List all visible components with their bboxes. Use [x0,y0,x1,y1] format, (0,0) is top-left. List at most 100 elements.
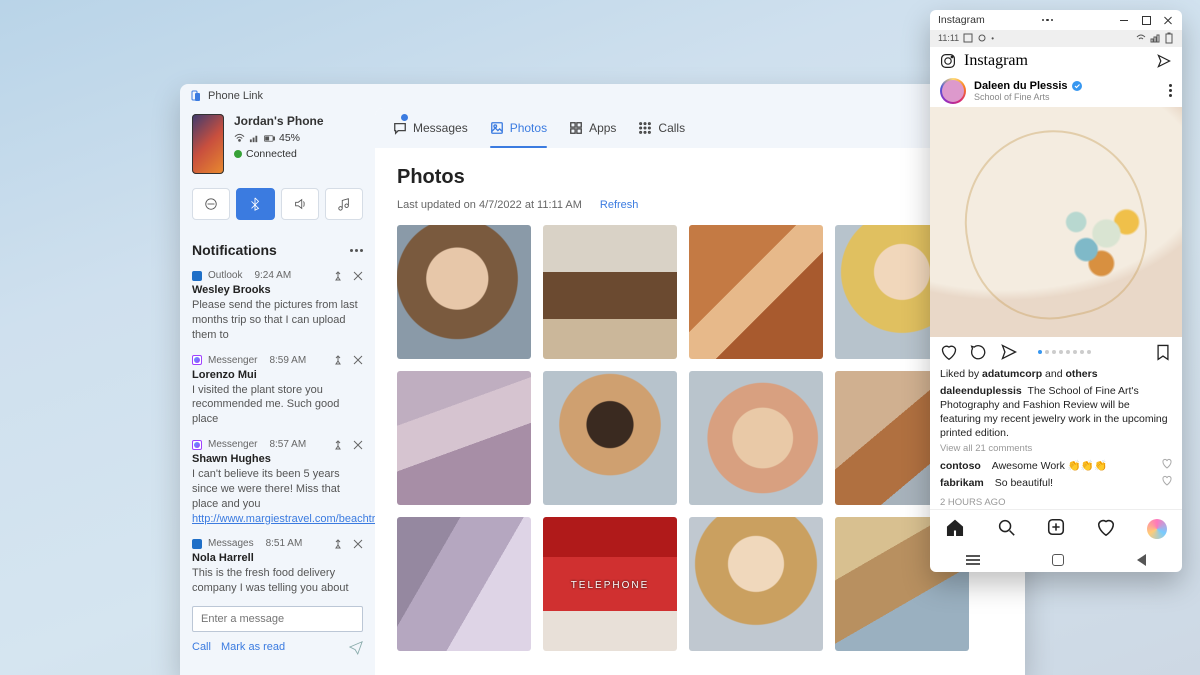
notif-app: Messages [208,538,254,549]
home-button[interactable] [1052,554,1064,566]
nav-profile[interactable] [1147,519,1167,539]
volume-button[interactable] [281,188,319,220]
notif-body: This is the fresh food delivery company … [192,566,363,596]
notif-body: I visited the plant store you recommende… [192,383,363,428]
picture-icon [963,33,973,43]
photo-thumbnail[interactable] [689,371,823,505]
minimize-button[interactable] [1118,14,1130,26]
photo-thumbnail[interactable]: TELEPHONE [543,517,677,651]
window-menu-button[interactable] [1042,19,1054,22]
send-icon[interactable] [349,640,363,654]
wifi-icon [1136,33,1146,43]
instagram-nav [930,509,1182,548]
like-icon[interactable] [940,343,958,361]
photo-thumbnail[interactable] [397,225,531,359]
nav-likes[interactable] [1096,517,1116,542]
user-avatar[interactable] [940,78,966,104]
notif-from: Wesley Brooks [192,284,363,296]
comment: contoso Awesome Work 👏👏👏 [940,459,1172,473]
phone-link-main: Messages Photos Apps Calls Photos [375,108,1025,675]
share-icon[interactable] [1000,343,1018,361]
notifications-heading: Notifications [192,242,277,258]
notification-item[interactable]: Messages 8:51 AM Nola Harrell This is th… [192,538,363,596]
close-icon[interactable] [353,271,363,281]
photo-thumbnail[interactable] [543,225,677,359]
pin-icon[interactable] [333,355,343,365]
pin-icon[interactable] [333,539,343,549]
user-name[interactable]: Daleen du Plessis [974,80,1068,92]
notif-time: 8:57 AM [269,439,306,450]
view-comments-link[interactable]: View all 21 comments [940,443,1172,456]
camera-icon[interactable] [940,53,956,69]
tab-photos[interactable]: Photos [490,108,547,148]
messenger-icon [192,440,202,450]
tab-calls[interactable]: Calls [638,108,685,148]
telephone-label: TELEPHONE [543,580,677,591]
recents-button[interactable] [966,559,980,561]
bookmark-icon[interactable] [1154,343,1172,361]
mark-read-link[interactable]: Mark as read [221,641,285,653]
notification-item[interactable]: Messenger 8:57 AM Shawn Hughes I can't b… [192,439,363,526]
bluetooth-button[interactable] [236,188,274,220]
photo-thumbnail[interactable] [689,225,823,359]
battery-text: 45% [279,132,300,144]
like-comment-icon[interactable] [1162,476,1172,490]
nav-new-post[interactable] [1046,517,1066,542]
music-button[interactable] [325,188,363,220]
photo-thumbnail[interactable] [397,371,531,505]
notification-item[interactable]: Messenger 8:59 AM Lorenzo Mui I visited … [192,355,363,428]
comment-icon[interactable] [970,343,988,361]
call-link[interactable]: Call [192,641,211,653]
post-menu-button[interactable] [1169,84,1172,97]
pin-icon[interactable] [333,271,343,281]
close-button[interactable] [1162,14,1174,26]
gear-icon [977,33,987,43]
notifications-menu-button[interactable] [350,249,363,252]
tab-apps[interactable]: Apps [569,108,616,148]
phone-link-window: Phone Link Jordan's Phone 45% Connected [180,84,1025,675]
photo-thumbnail[interactable] [543,371,677,505]
close-icon[interactable] [353,539,363,549]
notif-body: Please send the pictures from last month… [192,298,363,343]
messenger-icon [192,355,202,365]
main-tabs: Messages Photos Apps Calls [375,108,1025,148]
direct-message-icon[interactable] [1156,53,1172,69]
photo-thumbnail[interactable] [397,517,531,651]
notif-app: Messenger [208,439,257,450]
signal-icon [249,133,260,144]
nav-home[interactable] [945,517,965,542]
battery-icon [264,133,275,144]
device-name: Jordan's Phone [234,114,324,128]
wifi-icon [234,133,245,144]
refresh-link[interactable]: Refresh [600,199,639,211]
android-status-bar: 11:11 • [930,30,1182,47]
close-icon[interactable] [353,355,363,365]
notification-item[interactable]: Outlook 9:24 AM Wesley Brooks Please sen… [192,270,363,343]
tab-messages[interactable]: Messages [393,108,468,148]
pin-icon[interactable] [333,440,343,450]
carousel-dots [1038,350,1091,354]
dnd-button[interactable] [192,188,230,220]
post-actions [930,337,1182,366]
close-icon[interactable] [353,440,363,450]
post-header: Daleen du Plessis School of Fine Arts [930,74,1182,107]
back-button[interactable] [1137,554,1146,566]
status-text: Connected [246,148,297,160]
tab-label: Apps [589,121,616,135]
maximize-button[interactable] [1140,14,1152,26]
tab-label: Messages [413,121,468,135]
device-thumbnail[interactable] [192,114,224,174]
likes-text[interactable]: Liked by adatumcorp and others [940,367,1172,381]
nav-search[interactable] [996,517,1016,542]
photos-heading: Photos [397,166,1003,189]
photos-grid: TELEPHONE [397,225,1003,651]
unread-badge-icon [401,114,408,121]
instagram-header: Instagram [930,47,1182,75]
like-comment-icon[interactable] [1162,459,1172,473]
instagram-window-title: Instagram [938,14,985,26]
notif-app: Messenger [208,355,257,366]
message-input[interactable] [192,606,363,632]
verified-badge-icon [1072,81,1082,91]
post-image[interactable] [930,107,1182,337]
photo-thumbnail[interactable] [689,517,823,651]
